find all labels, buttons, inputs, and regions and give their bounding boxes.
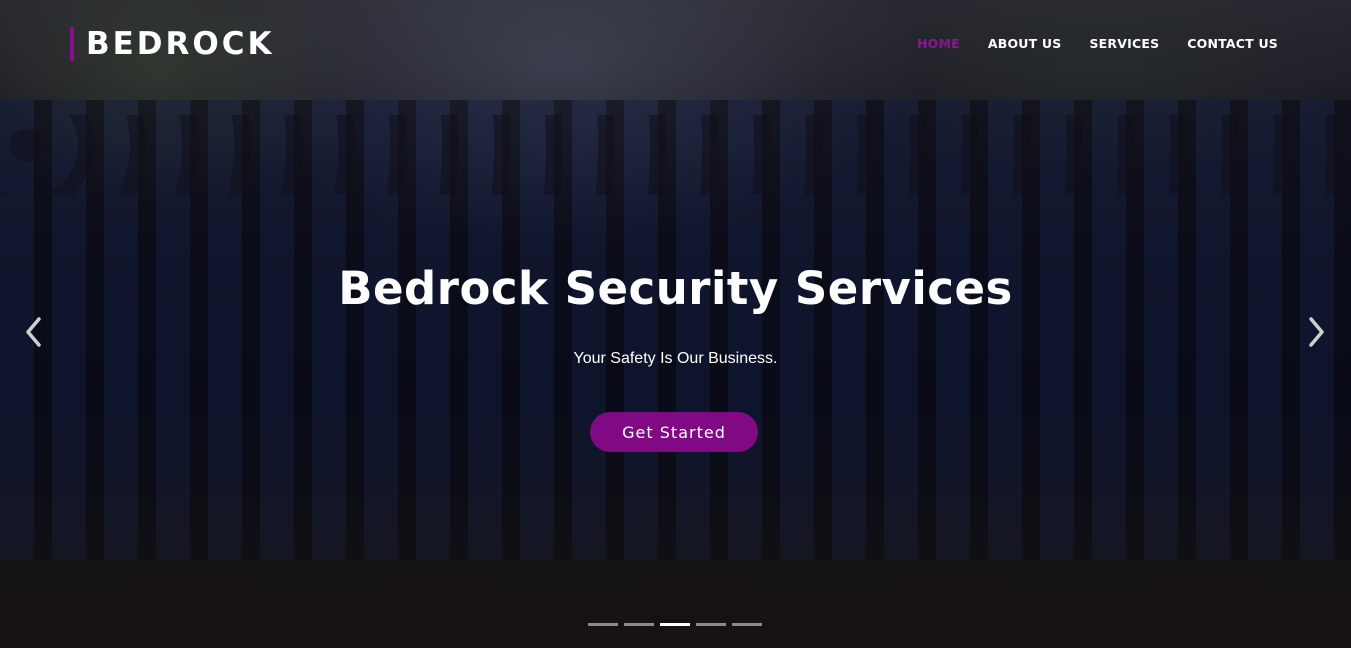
logo-accent-bar [70, 27, 74, 61]
carousel-indicators [588, 623, 762, 626]
chevron-right-icon [1309, 317, 1324, 347]
nav-item-services[interactable]: SERVICES [1089, 36, 1159, 52]
nav-item-contact-us[interactable]: CONTACT US [1187, 36, 1278, 52]
hero-overlay [0, 0, 1351, 648]
carousel-indicator[interactable] [732, 623, 762, 626]
carousel-indicator[interactable] [588, 623, 618, 626]
get-started-button[interactable]: Get Started [590, 412, 758, 452]
nav-item-home[interactable]: HOME [917, 36, 960, 52]
carousel-indicator[interactable] [660, 623, 690, 626]
main-nav: HOME ABOUT US SERVICES CONTACT US [917, 36, 1278, 52]
carousel-indicator[interactable] [696, 623, 726, 626]
hero-carousel [0, 0, 1351, 648]
hero-subtitle: Your Safety Is Our Business. [573, 350, 778, 367]
site-logo[interactable]: BEDROCK [70, 26, 275, 62]
carousel-next-button[interactable] [1296, 312, 1336, 352]
nav-item-about-us[interactable]: ABOUT US [988, 36, 1062, 52]
carousel-prev-button[interactable] [14, 312, 54, 352]
hero-title: Bedrock Security Services [338, 262, 1013, 315]
logo-text: BEDROCK [86, 26, 275, 62]
carousel-indicator[interactable] [624, 623, 654, 626]
chevron-left-icon [26, 317, 41, 347]
